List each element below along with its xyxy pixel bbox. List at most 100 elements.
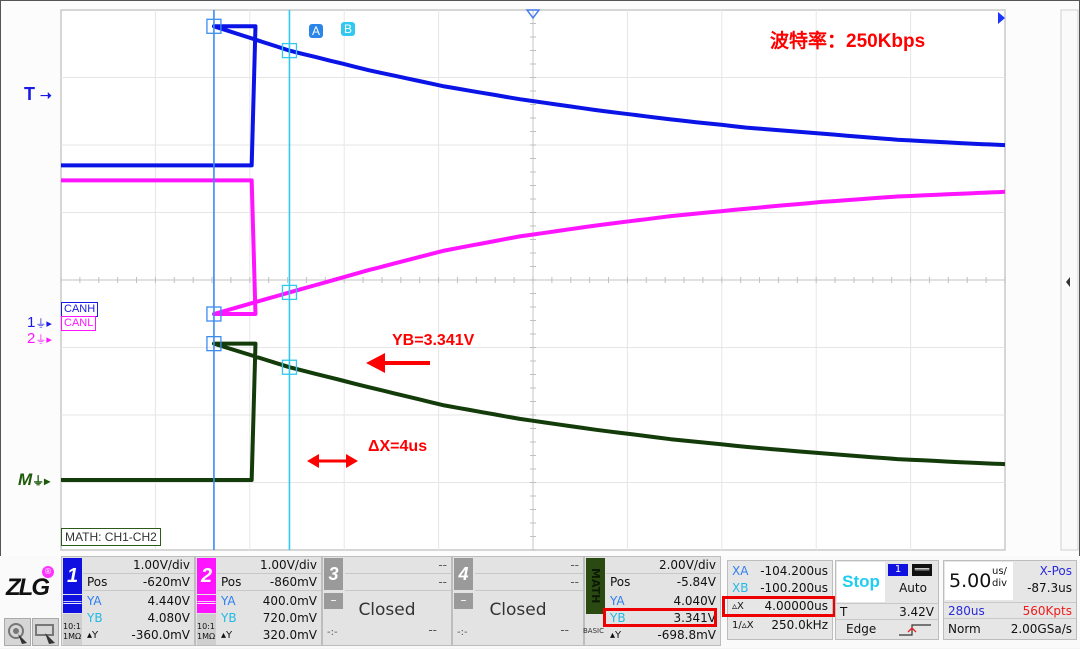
waveform-display: A B T ➝ 1⏚▸ 2⏚▸ M⏚▸ CANH CANL MATH: CH1-… bbox=[0, 0, 1080, 556]
math-trace-label: MATH: CH1-CH2 bbox=[61, 528, 161, 546]
cursor-b-label[interactable]: B bbox=[341, 22, 355, 36]
math-pos-label: Pos bbox=[610, 575, 631, 589]
cursor-xb-label: XB bbox=[732, 581, 749, 595]
math-badge[interactable]: MATH bbox=[586, 558, 605, 614]
ch3-probe: -:- bbox=[327, 627, 338, 638]
record-window: 280us bbox=[948, 604, 985, 618]
ch4-pos: -- bbox=[570, 575, 579, 589]
ch2-ground-marker[interactable]: 2⏚▸ bbox=[27, 330, 52, 347]
input-impedance: 1MΩ bbox=[197, 632, 216, 641]
ch2-panel[interactable]: 2 ═══ 10:1 1MΩ 1.00V/div Pos -860mV YA 400.… bbox=[195, 556, 322, 646]
xpos-value[interactable]: -87.3us bbox=[1027, 581, 1072, 595]
ch2-trace-label: CANL bbox=[61, 316, 97, 331]
ch3-panel[interactable]: 3 – -- -- Closed -:- -- bbox=[322, 556, 452, 646]
ground-arrow-icon: ⏚▸ bbox=[35, 334, 52, 346]
dc-coupling-icon[interactable]: ═══ bbox=[63, 595, 82, 613]
ch2-probe-info: 10:1 1MΩ bbox=[197, 614, 216, 645]
ch1-pos-label: Pos bbox=[87, 575, 108, 589]
ch2-ya-label: YA bbox=[221, 594, 236, 608]
sample-rate: 2.00GSa/s bbox=[1010, 622, 1072, 636]
ground-arrow-icon: ⏚▸ bbox=[35, 318, 52, 330]
ch2-pos[interactable]: -860mV bbox=[270, 574, 317, 591]
cursor-xb: -100.200us bbox=[760, 581, 828, 595]
ch1-ground-marker[interactable]: 1⏚▸ bbox=[27, 314, 52, 331]
ch4-scale: -- bbox=[570, 558, 579, 572]
registered-mark-icon: ® bbox=[42, 566, 54, 578]
run-stop-button[interactable]: Stop bbox=[837, 562, 885, 602]
probe-ratio: 10:1 bbox=[63, 622, 81, 631]
trigger-level-label: T bbox=[24, 84, 35, 104]
ch1-ya: 4.440V bbox=[147, 594, 190, 608]
arrow-right-icon: ➝ bbox=[40, 87, 52, 103]
math-pos[interactable]: -5.84V bbox=[677, 574, 716, 591]
math-scale[interactable]: 2.00V/div bbox=[659, 557, 716, 574]
trigger-level-marker[interactable]: T ➝ bbox=[24, 84, 52, 105]
dc-coupling-icon[interactable]: ═══ bbox=[912, 564, 932, 576]
math-marker-label: M bbox=[18, 470, 33, 489]
ch1-pos[interactable]: -620mV bbox=[143, 574, 190, 591]
status-panel: ZLG ® 1 ═══ 10:1 1MΩ 1.00V/div Pos -620mV … bbox=[0, 556, 1080, 648]
ch2-ya: 400.0mV bbox=[262, 594, 317, 608]
ch1-yb-label: YB bbox=[87, 611, 103, 625]
cursor-xa: -104.200us bbox=[760, 564, 828, 578]
trigger-mode[interactable]: Auto bbox=[888, 581, 938, 595]
ch4-panel[interactable]: 4 – -- -- Closed -:- -- bbox=[452, 556, 584, 646]
ch2-scale[interactable]: 1.00V/div bbox=[260, 557, 317, 574]
ch3-pos: -- bbox=[438, 575, 447, 589]
rising-edge-icon bbox=[899, 624, 931, 636]
ch1-yb: 4.080V bbox=[147, 611, 190, 625]
ch1-ya-label: YA bbox=[87, 594, 102, 608]
timebase-scale-button[interactable]: 5.00 us/ div bbox=[945, 562, 1013, 600]
timebase-unit-top: us/ bbox=[992, 566, 1007, 577]
delta-x-annotation: ΔX=4us bbox=[368, 438, 428, 455]
ch3-badge[interactable]: 3 bbox=[324, 558, 343, 590]
ch3-scale: -- bbox=[438, 558, 447, 572]
acquisition-mode[interactable]: Norm bbox=[948, 621, 981, 638]
cursor-dx-highlight bbox=[722, 596, 836, 617]
ch1-probe-info: 10:1 1MΩ bbox=[63, 614, 82, 645]
ch2-yb: 720.0mV bbox=[262, 611, 317, 625]
math-yb-highlight bbox=[603, 608, 717, 627]
ch1-dy: -360.0mV bbox=[131, 628, 190, 642]
timebase-unit-bottom: div bbox=[992, 578, 1008, 589]
touch-toggle-button[interactable] bbox=[4, 618, 31, 646]
trigger-source[interactable]: 1 bbox=[888, 564, 908, 576]
math-ground-marker[interactable]: M⏚▸ bbox=[18, 470, 50, 490]
probe-ratio: 10:1 bbox=[197, 622, 215, 631]
baud-rate-annotation: 波特率：250Kbps bbox=[770, 31, 926, 52]
math-dy-label: ▴Y bbox=[610, 630, 622, 641]
input-impedance: 1MΩ bbox=[63, 632, 82, 641]
cursor-xa-label: XA bbox=[732, 564, 749, 578]
ch1-badge[interactable]: 1 bbox=[63, 558, 82, 594]
ground-arrow-icon: ⏚▸ bbox=[32, 474, 51, 488]
ch4-dy: -- bbox=[560, 623, 569, 637]
cursor-a-label[interactable]: A bbox=[309, 24, 323, 38]
ch4-badge[interactable]: 4 bbox=[454, 558, 473, 590]
ch3-dy: -- bbox=[428, 623, 437, 637]
trigger-level[interactable]: 3.42V bbox=[899, 604, 934, 621]
trigger-type[interactable]: Edge bbox=[846, 621, 876, 638]
waveform-canvas bbox=[60, 9, 1079, 551]
cursor-inv-dx: 250.0kHz bbox=[771, 618, 828, 632]
timebase-panel[interactable]: 5.00 us/ div X-Pos -87.3us 280us 560Kpts … bbox=[943, 560, 1077, 640]
cursor-inv-dx-label: 1/▵X bbox=[732, 620, 754, 631]
dc-coupling-icon[interactable]: ═══ bbox=[197, 595, 216, 613]
ch2-pos-label: Pos bbox=[221, 575, 242, 589]
ch4-probe: -:- bbox=[457, 627, 468, 638]
ch2-badge[interactable]: 2 bbox=[197, 558, 216, 594]
yb-value-annotation: YB=3.341V bbox=[392, 332, 475, 349]
ch1-scale[interactable]: 1.00V/div bbox=[133, 557, 190, 574]
memory-depth[interactable]: 560Kpts bbox=[1023, 603, 1072, 620]
ch1-panel[interactable]: 1 ═══ 10:1 1MΩ 1.00V/div Pos -620mV YA 4.44… bbox=[61, 556, 195, 646]
xpos-label: X-Pos bbox=[1039, 564, 1072, 578]
ch1-dy-label: ▴Y bbox=[87, 630, 99, 641]
math-panel[interactable]: MATH BASIC 2.00V/div Pos -5.84V YA 4.040V … bbox=[583, 556, 721, 646]
timebase-scale: 5.00 bbox=[949, 570, 992, 592]
ch2-dy: 320.0mV bbox=[262, 628, 317, 642]
ch2-dy-label: ▴Y bbox=[221, 630, 233, 641]
math-mode[interactable]: BASIC bbox=[583, 627, 607, 635]
trigger-panel[interactable]: Stop 1 ═══ Auto T 3.42V Edge bbox=[835, 560, 939, 640]
ch2-yb-label: YB bbox=[221, 611, 237, 625]
gesture-toggle-button[interactable] bbox=[32, 618, 59, 646]
ch1-trace-label: CANH bbox=[61, 302, 99, 317]
